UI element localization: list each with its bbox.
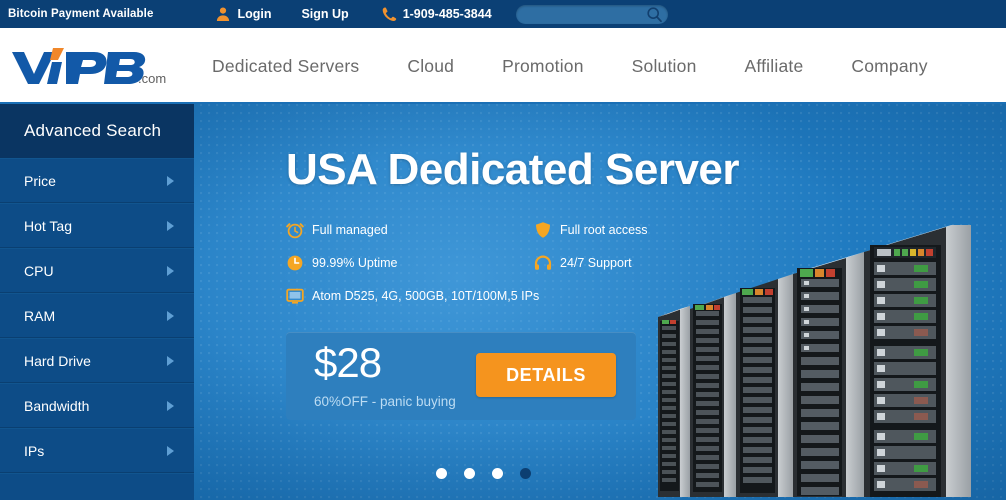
clock-icon bbox=[286, 254, 304, 272]
sidebar-item-hot-tag[interactable]: Hot Tag bbox=[0, 203, 194, 248]
feature-label: 24/7 Support bbox=[560, 256, 632, 270]
page-root: Bitcoin Payment Available Login Sign Up bbox=[0, 0, 1006, 500]
search-icon bbox=[647, 6, 662, 22]
sidebar-item-bandwidth[interactable]: Bandwidth bbox=[0, 383, 194, 428]
shield-icon bbox=[534, 221, 552, 239]
sidebar-item-ips[interactable]: IPs bbox=[0, 428, 194, 473]
feature-label: Full root access bbox=[560, 223, 648, 237]
sidebar-item-next-partial[interactable] bbox=[0, 473, 194, 500]
svg-text:.com: .com bbox=[138, 71, 166, 86]
nav-item-cloud[interactable]: Cloud bbox=[383, 56, 478, 77]
sidebar-item-label: RAM bbox=[24, 307, 56, 324]
nav-item-dedicated-servers[interactable]: Dedicated Servers bbox=[188, 56, 383, 77]
feature-row: 99.99% Uptime 24/7 Support bbox=[286, 253, 658, 273]
monitor-icon bbox=[286, 287, 304, 305]
sidebar-item-label: Price bbox=[24, 172, 56, 189]
carousel-dot-1[interactable] bbox=[436, 468, 447, 479]
signup-link[interactable]: Sign Up bbox=[301, 7, 348, 21]
bitcoin-payment-notice: Bitcoin Payment Available bbox=[8, 8, 154, 20]
vpb-logo-icon: .com bbox=[12, 48, 166, 86]
sidebar-item-label: Hard Drive bbox=[24, 352, 91, 369]
headset-icon bbox=[534, 254, 552, 272]
sidebar-item-label: CPU bbox=[24, 262, 54, 279]
phone-number: 1-909-485-3844 bbox=[381, 6, 492, 22]
sidebar-item-cpu[interactable]: CPU bbox=[0, 248, 194, 293]
carousel-dot-4[interactable] bbox=[520, 468, 531, 479]
site-logo[interactable]: .com bbox=[0, 28, 180, 104]
phone-icon bbox=[381, 6, 397, 22]
chevron-right-icon bbox=[167, 400, 174, 411]
sidebar-title: Advanced Search bbox=[0, 104, 194, 158]
sidebar-item-hard-drive[interactable]: Hard Drive bbox=[0, 338, 194, 383]
sidebar-item-ram[interactable]: RAM bbox=[0, 293, 194, 338]
chevron-right-icon bbox=[167, 265, 174, 276]
chevron-right-icon bbox=[167, 310, 174, 321]
hero-feature-list: Full managed Full root access 99.99% Upt… bbox=[286, 220, 658, 306]
sidebar-item-label: Hot Tag bbox=[24, 217, 72, 234]
signup-label: Sign Up bbox=[301, 7, 349, 21]
feature-support: 24/7 Support bbox=[534, 254, 632, 272]
details-button[interactable]: DETAILS bbox=[476, 353, 616, 397]
carousel-dot-2[interactable] bbox=[464, 468, 475, 479]
price-offer-box: $28 60%OFF - panic buying DETAILS bbox=[286, 332, 636, 420]
site-header: .com Dedicated Servers Cloud Promotion S… bbox=[0, 28, 1006, 104]
nav-item-promotion[interactable]: Promotion bbox=[478, 56, 608, 77]
advanced-search-sidebar: Advanced Search Price Hot Tag CPU RAM Ha… bbox=[0, 104, 194, 500]
feature-row: Full managed Full root access bbox=[286, 220, 658, 240]
feature-label: Full managed bbox=[312, 223, 388, 237]
feature-spec: Atom D525, 4G, 500GB, 10T/100M,5 IPs bbox=[286, 287, 539, 305]
sidebar-item-label: IPs bbox=[24, 442, 45, 459]
chevron-right-icon bbox=[167, 175, 174, 186]
price-subtitle: 60%OFF - panic buying bbox=[314, 394, 456, 409]
chevron-right-icon bbox=[167, 220, 174, 231]
hero-title: USA Dedicated Server bbox=[286, 145, 740, 194]
phone-label: 1-909-485-3844 bbox=[402, 7, 492, 21]
nav-item-solution[interactable]: Solution bbox=[608, 56, 721, 77]
alarm-clock-icon bbox=[286, 221, 304, 239]
top-utility-bar: Bitcoin Payment Available Login Sign Up bbox=[0, 0, 1006, 28]
user-icon bbox=[215, 6, 231, 22]
sidebar-item-price[interactable]: Price bbox=[0, 158, 194, 203]
price-amount: $28 bbox=[314, 339, 382, 386]
feature-full-managed: Full managed bbox=[286, 221, 534, 239]
login-link[interactable]: Login bbox=[215, 6, 271, 22]
carousel-indicators bbox=[436, 468, 531, 479]
chevron-right-icon bbox=[167, 355, 174, 366]
feature-label: 99.99% Uptime bbox=[312, 256, 398, 270]
carousel-dot-3[interactable] bbox=[492, 468, 503, 479]
chevron-right-icon bbox=[167, 445, 174, 456]
search-button[interactable] bbox=[646, 6, 663, 23]
feature-label: Atom D525, 4G, 500GB, 10T/100M,5 IPs bbox=[312, 289, 540, 303]
search-box bbox=[515, 5, 668, 24]
login-label: Login bbox=[237, 7, 272, 21]
nav-item-affiliate[interactable]: Affiliate bbox=[721, 56, 828, 77]
hero-content: USA Dedicated Server Full managed Full r… bbox=[286, 145, 740, 319]
sidebar-item-label: Bandwidth bbox=[24, 397, 90, 414]
feature-full-root-access: Full root access bbox=[534, 221, 648, 239]
top-bar-right-group: Login Sign Up 1-909-485-3844 bbox=[215, 5, 668, 24]
nav-item-company[interactable]: Company bbox=[827, 56, 951, 77]
feature-uptime: 99.99% Uptime bbox=[286, 254, 534, 272]
main-navigation: Dedicated Servers Cloud Promotion Soluti… bbox=[188, 28, 952, 104]
feature-row: Atom D525, 4G, 500GB, 10T/100M,5 IPs bbox=[286, 286, 658, 306]
